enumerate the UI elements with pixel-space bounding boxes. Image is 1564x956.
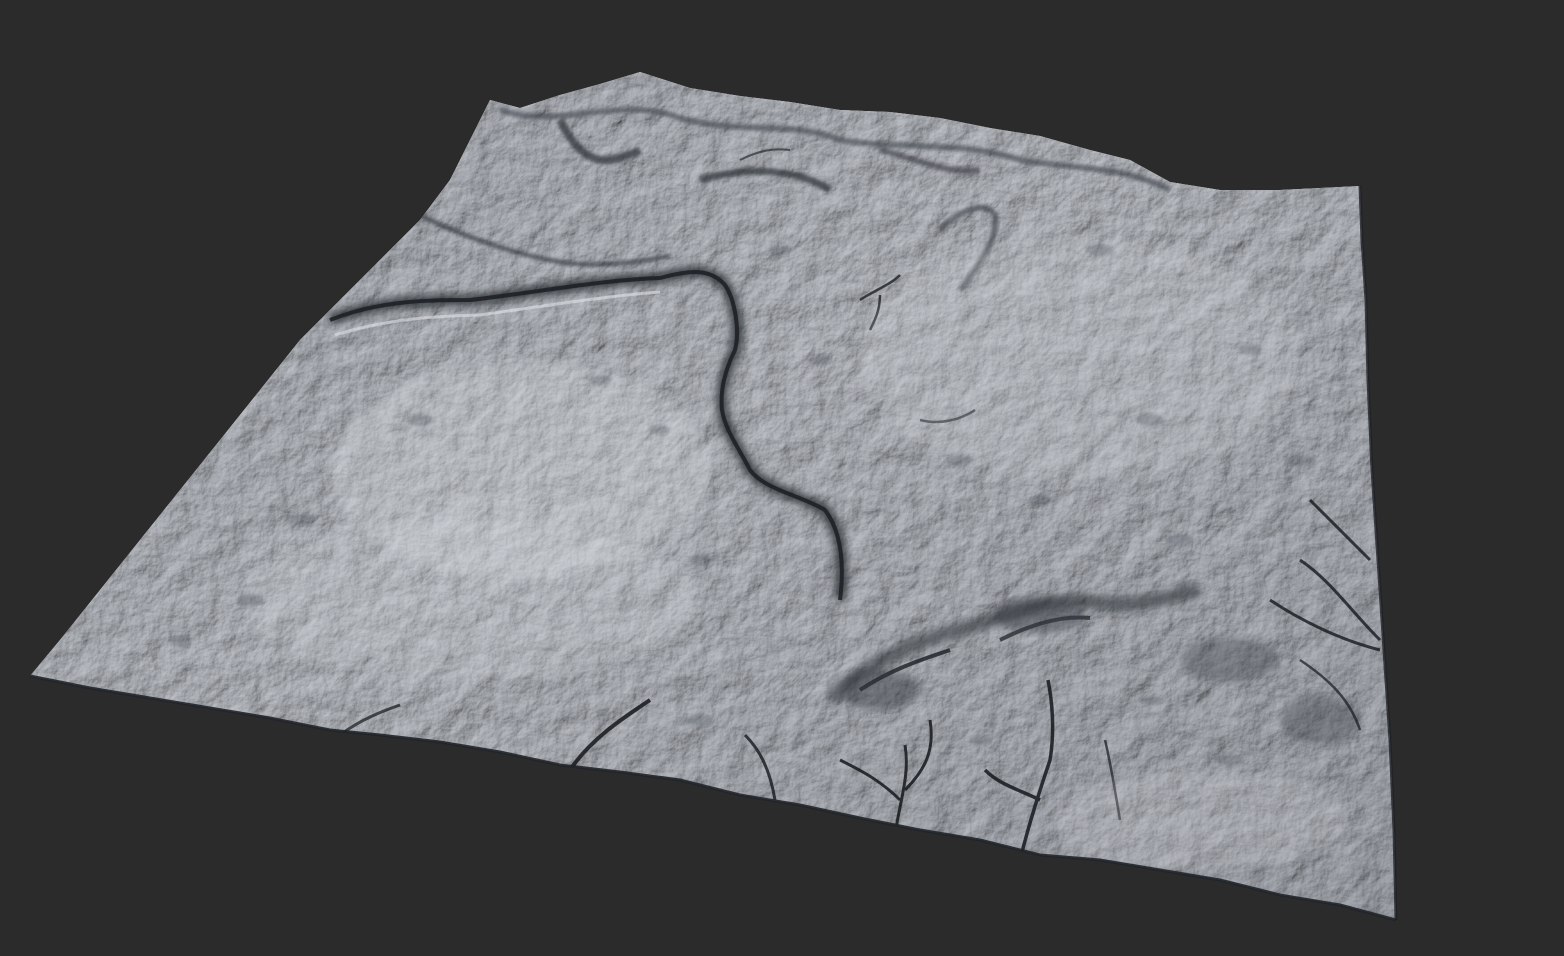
terrain-render: [29, 72, 1398, 922]
viewport[interactable]: [0, 0, 1564, 956]
